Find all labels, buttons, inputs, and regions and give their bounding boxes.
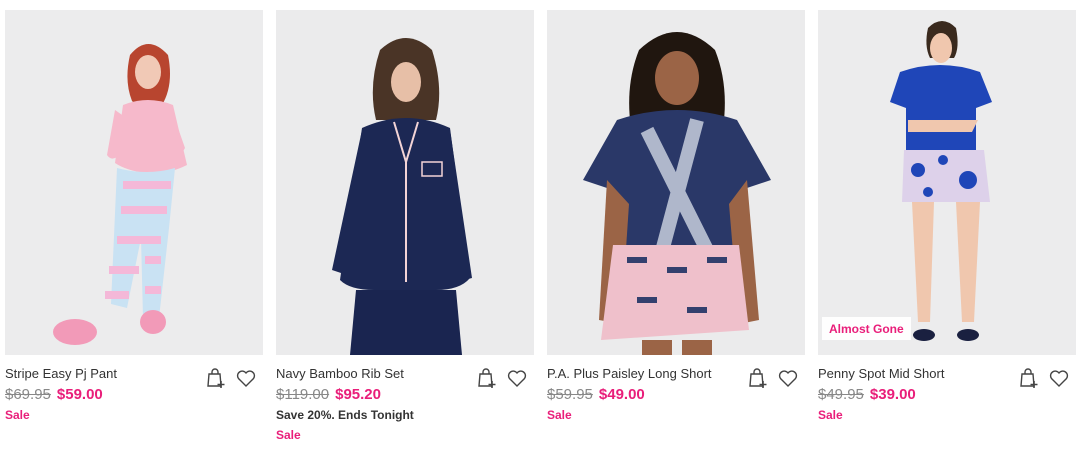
model-paisley-short-set-illustration xyxy=(547,10,805,355)
model-spot-short-illustration xyxy=(818,10,1076,355)
price-row: $69.95 $59.00 xyxy=(5,386,103,403)
heart-icon[interactable] xyxy=(775,365,801,391)
product-name[interactable]: Stripe Easy Pj Pant xyxy=(5,366,117,381)
heart-icon[interactable] xyxy=(504,365,530,391)
product-image[interactable] xyxy=(547,10,805,355)
original-price: $59.95 xyxy=(547,386,593,403)
product-info: Navy Bamboo Rib Set $119.00 $95.20 Save 2… xyxy=(276,355,534,445)
card-actions xyxy=(203,365,259,391)
card-actions xyxy=(1016,365,1072,391)
sale-label: Sale xyxy=(276,428,301,442)
product-image[interactable] xyxy=(276,10,534,355)
product-grid: Stripe Easy Pj Pant $69.95 $59.00 Sale N… xyxy=(0,0,1080,455)
add-to-bag-icon[interactable] xyxy=(203,365,229,391)
product-card: Navy Bamboo Rib Set $119.00 $95.20 Save 2… xyxy=(276,10,534,445)
price-row: $119.00 $95.20 xyxy=(276,386,381,403)
sale-label: Sale xyxy=(818,408,843,422)
original-price: $119.00 xyxy=(276,386,330,403)
sale-price: $59.00 xyxy=(56,386,103,403)
product-image[interactable]: Almost Gone xyxy=(818,10,1076,355)
sale-price: $95.20 xyxy=(335,386,381,403)
sale-price: $49.00 xyxy=(598,386,645,403)
product-card: P.A. Plus Paisley Long Short $59.95 $49.0… xyxy=(547,10,805,445)
model-pink-stripe-pants-illustration xyxy=(5,10,263,355)
price-row: $59.95 $49.00 xyxy=(547,386,645,403)
sale-label: Sale xyxy=(5,408,30,422)
price-row: $49.95 $39.00 xyxy=(818,386,916,403)
add-to-bag-icon[interactable] xyxy=(474,365,500,391)
original-price: $69.95 xyxy=(5,386,51,403)
heart-icon[interactable] xyxy=(1046,365,1072,391)
card-actions xyxy=(474,365,530,391)
add-to-bag-icon[interactable] xyxy=(1016,365,1042,391)
product-name[interactable]: P.A. Plus Paisley Long Short xyxy=(547,366,712,381)
heart-icon[interactable] xyxy=(233,365,259,391)
product-info: P.A. Plus Paisley Long Short $59.95 $49.0… xyxy=(547,355,805,445)
product-card: Almost Gone Penny Spot Mid Short $49.95 $… xyxy=(818,10,1076,445)
original-price: $49.95 xyxy=(818,386,864,403)
product-name[interactable]: Navy Bamboo Rib Set xyxy=(276,366,404,381)
promo-message: Save 20%. Ends Tonight xyxy=(276,408,414,422)
sale-label: Sale xyxy=(547,408,572,422)
product-info: Stripe Easy Pj Pant $69.95 $59.00 Sale xyxy=(5,355,263,445)
product-image[interactable] xyxy=(5,10,263,355)
product-info: Penny Spot Mid Short $49.95 $39.00 Sale xyxy=(818,355,1076,445)
card-actions xyxy=(745,365,801,391)
model-navy-pyjama-set-illustration xyxy=(276,10,534,355)
product-card: Stripe Easy Pj Pant $69.95 $59.00 Sale xyxy=(5,10,263,445)
add-to-bag-icon[interactable] xyxy=(745,365,771,391)
product-name[interactable]: Penny Spot Mid Short xyxy=(818,366,944,381)
stock-badge: Almost Gone xyxy=(822,317,911,340)
sale-price: $39.00 xyxy=(869,386,916,403)
